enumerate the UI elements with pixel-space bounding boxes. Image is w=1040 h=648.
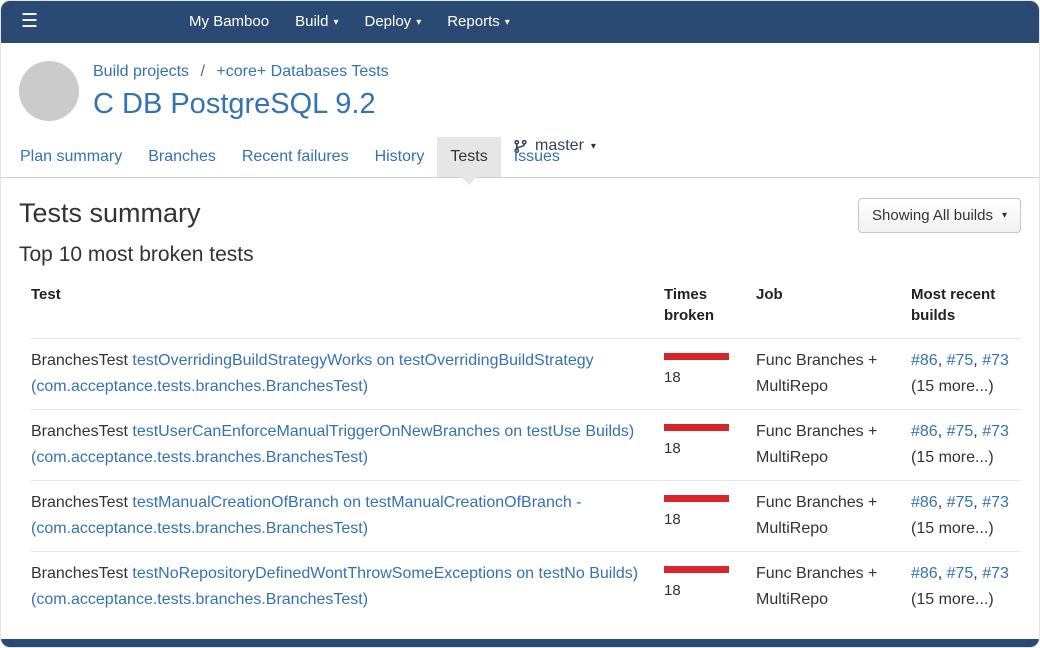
breadcrumb-build-projects[interactable]: Build projects (93, 63, 189, 80)
tab-tests[interactable]: Tests (437, 137, 500, 177)
nav-reports[interactable]: Reports ▾ (434, 1, 523, 44)
tab-history[interactable]: History (362, 137, 438, 177)
plan-header: Build projects / +core+ Databases Tests … (1, 43, 1039, 137)
top-navbar: ☰ My Bamboo Build ▾ Deploy ▾ Reports ▾ (1, 1, 1039, 43)
broken-tests-section-title: Top 10 most broken tests (19, 243, 1021, 267)
job-cell: Func Branches + MultiRepo (756, 551, 911, 622)
more-builds-label: (15 more...) (911, 520, 994, 537)
builds-filter-button[interactable]: Showing All builds ▾ (858, 198, 1021, 233)
more-builds-label: (15 more...) (911, 591, 994, 608)
nav-build-label: Build (295, 13, 328, 30)
chevron-down-icon: ▾ (505, 17, 510, 28)
main-nav: My Bamboo Build ▾ Deploy ▾ Reports ▾ (176, 1, 523, 44)
times-broken-count: 18 (664, 369, 681, 386)
builds-cell: #86, #75, #73 (15 more...) (911, 338, 1021, 409)
breadcrumb-plan-group[interactable]: +core+ Databases Tests (216, 63, 388, 80)
broken-bar (664, 353, 729, 360)
tab-recent-failures[interactable]: Recent failures (229, 137, 362, 177)
test-cell: BranchesTest testNoRepositoryDefinedWont… (31, 551, 664, 622)
test-class-label: BranchesTest (31, 423, 128, 440)
column-header-test: Test (31, 277, 664, 338)
column-header-times-broken: Times broken (664, 277, 756, 338)
test-class-label: BranchesTest (31, 494, 128, 511)
build-separator: , (973, 352, 982, 369)
times-broken-cell: 18 (664, 409, 756, 480)
bamboo-window: ☰ My Bamboo Build ▾ Deploy ▾ Reports ▾ Buil… (0, 0, 1040, 648)
build-link[interactable]: #75 (947, 494, 974, 511)
test-class-label: BranchesTest (31, 565, 128, 582)
broken-bar (664, 566, 729, 573)
content-header: Tests summary Showing All builds ▾ (19, 192, 1021, 239)
builds-cell: #86, #75, #73 (15 more...) (911, 409, 1021, 480)
times-broken-count: 18 (664, 440, 681, 457)
more-builds-label: (15 more...) (911, 449, 994, 466)
nav-build[interactable]: Build ▾ (282, 1, 351, 44)
chevron-down-icon: ▾ (1002, 210, 1007, 221)
window-bottom-edge (1, 639, 1039, 647)
build-separator: , (938, 352, 947, 369)
build-separator: , (973, 565, 982, 582)
times-broken-count: 18 (664, 511, 681, 528)
build-link[interactable]: #75 (947, 423, 974, 440)
build-link[interactable]: #73 (982, 494, 1009, 511)
breadcrumb: Build projects / +core+ Databases Tests (93, 63, 389, 81)
build-link[interactable]: #86 (911, 423, 938, 440)
chevron-down-icon: ▾ (333, 17, 338, 28)
column-header-job: Job (756, 277, 911, 338)
times-broken-count: 18 (664, 582, 681, 599)
nav-reports-label: Reports (447, 13, 500, 30)
build-separator: , (973, 423, 982, 440)
chevron-down-icon: ▾ (416, 17, 421, 28)
tests-summary-content: Tests summary Showing All builds ▾ Top 1… (1, 178, 1039, 647)
build-link[interactable]: #73 (982, 352, 1009, 369)
nav-deploy[interactable]: Deploy ▾ (351, 1, 434, 44)
breadcrumb-separator: / (201, 63, 205, 80)
builds-cell: #86, #75, #73 (15 more...) (911, 480, 1021, 551)
tab-issues[interactable]: Issues (501, 137, 573, 177)
builds-cell: #86, #75, #73 (15 more...) (911, 551, 1021, 622)
broken-bar (664, 495, 729, 502)
builds-filter-label: Showing All builds (872, 207, 993, 224)
test-cell: BranchesTest testOverridingBuildStrategy… (31, 338, 664, 409)
broken-bar (664, 424, 729, 431)
tests-summary-title: Tests summary (19, 198, 201, 229)
more-builds-label: (15 more...) (911, 378, 994, 395)
job-cell: Func Branches + MultiRepo (756, 338, 911, 409)
build-link[interactable]: #75 (947, 352, 974, 369)
times-broken-cell: 18 (664, 480, 756, 551)
build-separator: , (973, 494, 982, 511)
build-separator: , (938, 494, 947, 511)
hamburger-menu-icon[interactable]: ☰ (1, 1, 58, 43)
test-class-label: BranchesTest (31, 352, 128, 369)
build-link[interactable]: #73 (982, 565, 1009, 582)
nav-my-bamboo[interactable]: My Bamboo (176, 1, 282, 44)
plan-header-text: Build projects / +core+ Databases Tests … (93, 61, 389, 121)
job-cell: Func Branches + MultiRepo (756, 480, 911, 551)
build-link[interactable]: #86 (911, 352, 938, 369)
build-link[interactable]: #86 (911, 494, 938, 511)
job-cell: Func Branches + MultiRepo (756, 409, 911, 480)
tab-plan-summary[interactable]: Plan summary (7, 137, 135, 177)
build-link[interactable]: #73 (982, 423, 1009, 440)
chevron-down-icon: ▾ (591, 141, 596, 152)
column-header-recent-builds: Most recent builds (911, 277, 1021, 338)
times-broken-cell: 18 (664, 551, 756, 622)
test-cell: BranchesTest testManualCreationOfBranch … (31, 480, 664, 551)
times-broken-cell: 18 (664, 338, 756, 409)
broken-tests-table: Test Times broken Job Most recent builds… (31, 277, 1021, 622)
plan-tabs: Plan summary Branches Recent failures Hi… (1, 137, 1039, 178)
build-separator: , (938, 423, 947, 440)
plan-title: C DB PostgreSQL 9.2 (93, 88, 389, 121)
nav-deploy-label: Deploy (364, 13, 411, 30)
avatar (19, 61, 79, 121)
test-cell: BranchesTest testUserCanEnforceManualTri… (31, 409, 664, 480)
tab-branches[interactable]: Branches (135, 137, 229, 177)
build-link[interactable]: #75 (947, 565, 974, 582)
build-link[interactable]: #86 (911, 565, 938, 582)
build-separator: , (938, 565, 947, 582)
